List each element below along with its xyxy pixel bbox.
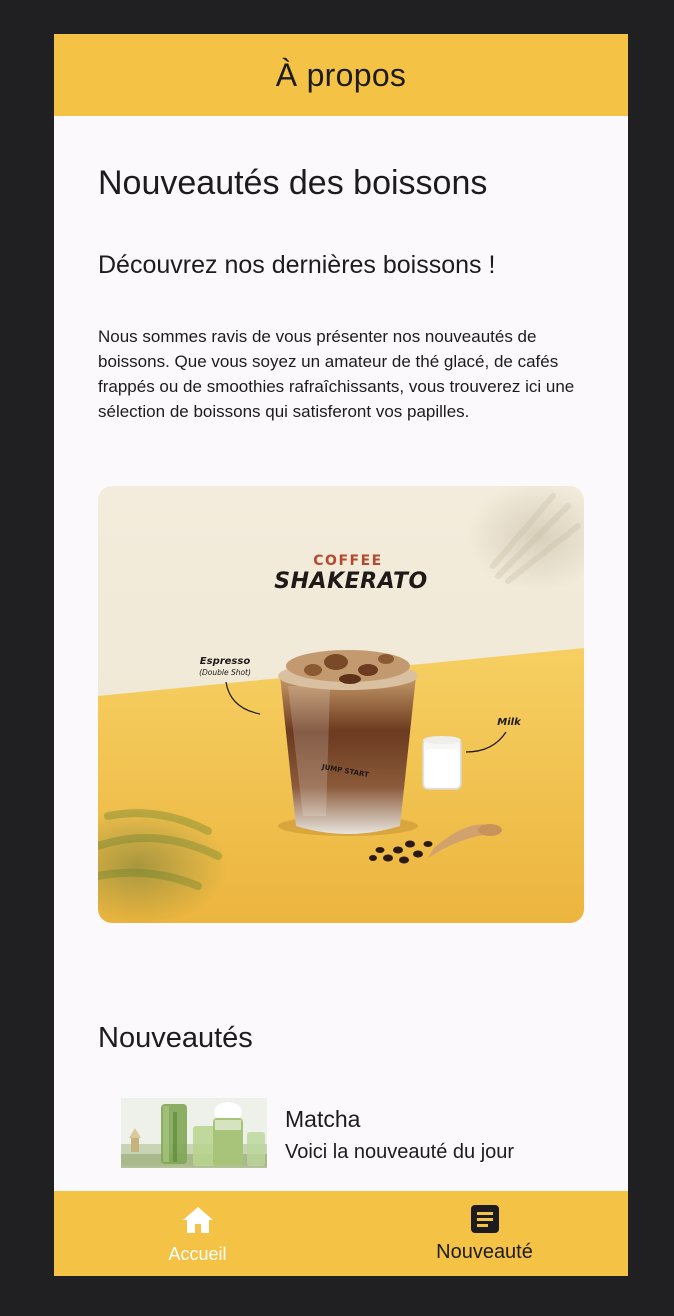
item-subtitle: Voici la nouveauté du jour [285, 1141, 515, 1163]
home-icon [182, 1207, 213, 1233]
scroll-content[interactable]: Nouveautés des boissons Découvrez nos de… [98, 116, 584, 1191]
brand-main-text: SHAKERATO [274, 569, 427, 594]
app-bar: À propos [54, 34, 628, 116]
article-icon [470, 1205, 499, 1233]
intro-paragraph: Nous sommes ravis de vous présenter nos … [98, 327, 575, 421]
item-title: Matcha [285, 1106, 361, 1132]
promo-image: COFFEE SHAKERATO Espresso (Double Shot) … [98, 486, 584, 923]
nav-item-accueil[interactable]: Accueil [54, 1191, 341, 1276]
app-screen: À propos Nouveautés des boissons Découvr… [54, 34, 628, 1276]
milk-label: Milk [497, 717, 522, 728]
brand-top-text: COFFEE [313, 553, 382, 569]
matcha-drinks-image [121, 1098, 267, 1168]
scroll-fade [54, 1164, 628, 1191]
page-title: Nouveautés des boissons [98, 164, 488, 202]
section-title-new: Nouveautés [98, 1022, 253, 1054]
page-subtitle: Découvrez nos dernières boissons ! [98, 251, 496, 279]
list-item[interactable]: Matcha Voici la nouveauté du jour [121, 1098, 584, 1168]
app-bar-title: À propos [275, 56, 407, 93]
matcha-thumbnail [121, 1098, 267, 1168]
nav-label-accueil: Accueil [168, 1244, 227, 1264]
bottom-navigation: Accueil Nouveauté [54, 1191, 628, 1276]
nav-item-nouveaute[interactable]: Nouveauté [341, 1191, 628, 1276]
coffee-shakerato-illustration: COFFEE SHAKERATO Espresso (Double Shot) … [98, 486, 584, 923]
espresso-label: Espresso [200, 656, 251, 667]
espresso-sublabel: (Double Shot) [199, 668, 251, 677]
nav-label-nouveaute: Nouveauté [436, 1241, 533, 1263]
